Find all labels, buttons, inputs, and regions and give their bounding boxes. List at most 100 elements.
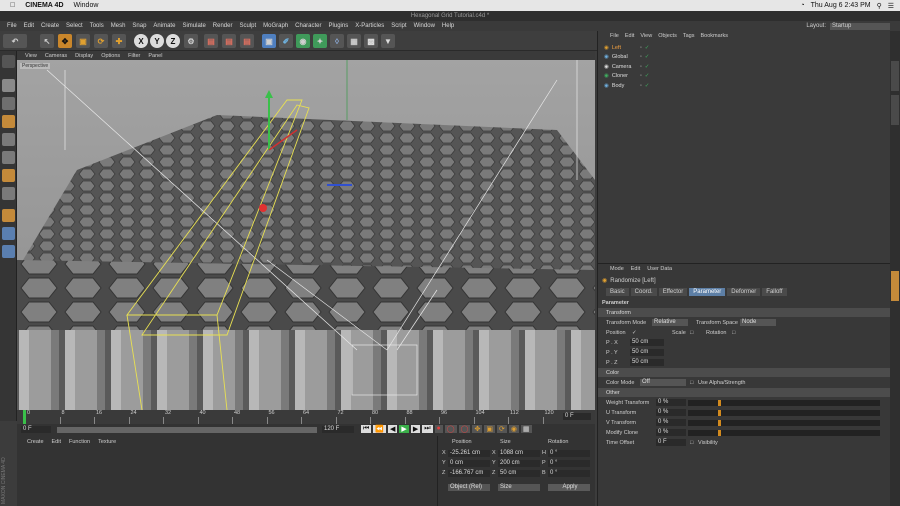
om-menu-tags[interactable]: Tags (683, 33, 695, 39)
viewport-menu-panel[interactable]: Panel (148, 53, 162, 59)
render-picture-button[interactable]: ▤ (222, 34, 236, 48)
menu-render[interactable]: Render (213, 23, 233, 29)
z-axis-button[interactable]: Z (166, 34, 180, 48)
record-icon[interactable]: ● (434, 425, 443, 433)
object-row[interactable]: ◉ Cloner ▫ ✓ (598, 72, 890, 81)
viewport-menu-filter[interactable]: Filter (128, 53, 140, 59)
tab-coord[interactable]: Coord. (630, 287, 657, 296)
position-checkbox[interactable]: ✓ (632, 330, 637, 336)
tab-content-browser[interactable] (891, 61, 899, 91)
viewport-menu-options[interactable]: Options (101, 53, 120, 59)
menu-sculpt[interactable]: Sculpt (239, 23, 256, 29)
object-row[interactable]: ◉ Body ▫ ✓ (598, 81, 890, 90)
array-button[interactable]: ✦ (313, 34, 327, 48)
go-end-icon[interactable]: ⏭ (422, 425, 433, 433)
tab-parameter[interactable]: Parameter (689, 287, 726, 296)
playhead[interactable] (23, 410, 26, 424)
tweak-mode-icon[interactable] (2, 209, 15, 222)
pla-key-icon[interactable]: ▦ (520, 425, 532, 433)
render-view-button[interactable]: ▤ (204, 34, 218, 48)
color-mode-dropdown[interactable]: Off (640, 379, 686, 386)
other-slider[interactable] (688, 429, 880, 436)
other-slider[interactable] (688, 409, 880, 416)
visibility-dots-icon[interactable]: ▫ (640, 73, 642, 79)
am-menu-edit[interactable]: Edit (631, 266, 640, 272)
floor-button[interactable]: ▦ (347, 34, 361, 48)
menu-edit[interactable]: Edit (24, 23, 34, 29)
object-row[interactable]: ◉ Global ▫ ✓ (598, 53, 890, 62)
other-slider[interactable] (688, 419, 880, 426)
other-value-field[interactable]: 0 % (656, 399, 686, 406)
axis-mode-icon[interactable] (2, 187, 15, 200)
tab-deformer[interactable]: Deformer (727, 287, 761, 296)
pen-spline-button[interactable]: ✐ (279, 34, 293, 48)
lock-workplane-icon[interactable] (2, 245, 15, 258)
wifi-icon[interactable]: ◔ (800, 2, 804, 9)
material-menu-create[interactable]: Create (27, 439, 44, 445)
om-menu-objects[interactable]: Objects (658, 33, 677, 39)
prev-key-icon[interactable]: ⏪ (373, 425, 387, 433)
prev-frame-icon[interactable]: ◀ (388, 425, 398, 433)
autokey-icon[interactable]: ◯ (444, 425, 457, 433)
window-menu[interactable]: Window (74, 2, 99, 9)
material-menu-edit[interactable]: Edit (52, 439, 61, 445)
slider-knob[interactable] (718, 429, 721, 436)
enabled-check-icon[interactable]: ✓ (645, 83, 650, 89)
edges-mode-icon[interactable] (2, 151, 15, 164)
range-slider[interactable] (57, 427, 317, 433)
cube-button[interactable]: ▣ (262, 34, 276, 48)
deformer-button[interactable]: ◊ (330, 34, 344, 48)
transform-space-dropdown[interactable]: Node (740, 319, 776, 326)
other-value-field[interactable]: 0 % (656, 429, 686, 436)
current-frame-field[interactable]: 0 F (563, 413, 591, 420)
tab-effector[interactable]: Effector (658, 287, 688, 296)
object-row[interactable]: ◉ Camera ▫ ✓ (598, 62, 890, 71)
timeline[interactable]: 0 8 16 24 32 40 48 56 64 72 80 88 96 104 112 120 0 F (17, 410, 595, 424)
coord-mode-dropdown[interactable]: Object (Rel) (448, 484, 490, 491)
subdivision-button[interactable]: ◉ (296, 34, 310, 48)
menu-simulate[interactable]: Simulate (182, 23, 205, 29)
rotation-field[interactable]: 0 ° (548, 470, 590, 477)
enabled-check-icon[interactable]: ✓ (645, 45, 650, 51)
om-menu-file[interactable]: File (610, 33, 619, 39)
rotation-field[interactable]: 0 ° (548, 460, 590, 467)
slider-knob[interactable] (718, 399, 721, 406)
recent-tool-button[interactable]: ✚ (112, 34, 126, 48)
material-menu-function[interactable]: Function (69, 439, 90, 445)
end-frame-field[interactable]: 120 F (322, 426, 354, 433)
scale-tool-button[interactable]: ▣ (76, 34, 90, 48)
keyframe-selection-icon[interactable]: ◯ (458, 425, 471, 433)
menu-plugins[interactable]: Plugins (329, 23, 349, 29)
use-alpha-checkbox[interactable]: □ (690, 380, 693, 386)
clock[interactable]: Thu Aug 6 2:43 PM (811, 2, 871, 9)
coordinate-system-button[interactable]: ⚙ (184, 34, 198, 48)
color-section[interactable]: Color (598, 368, 890, 377)
scale-key-icon[interactable]: ▣ (484, 425, 495, 433)
make-editable-icon[interactable] (2, 55, 15, 68)
menu-select[interactable]: Select (66, 23, 83, 29)
visibility-dots-icon[interactable]: ▫ (640, 64, 642, 70)
camera-button[interactable]: ▩ (364, 34, 378, 48)
visibility-checkbox[interactable]: □ (690, 440, 693, 446)
enabled-check-icon[interactable]: ✓ (645, 73, 650, 79)
am-menu-mode[interactable]: Mode (610, 266, 624, 272)
viewport-menu-view[interactable]: View (25, 53, 37, 59)
menu-snap[interactable]: Snap (132, 23, 146, 29)
play-icon[interactable]: ▶ (399, 425, 409, 433)
visibility-dots-icon[interactable]: ▫ (640, 45, 642, 51)
menu-tools[interactable]: Tools (90, 23, 104, 29)
om-menu-view[interactable]: View (640, 33, 652, 39)
enabled-check-icon[interactable]: ✓ (645, 64, 650, 70)
transform-mode-dropdown[interactable]: Relative (652, 319, 688, 326)
points-mode-icon[interactable] (2, 133, 15, 146)
position-key-icon[interactable]: ✥ (472, 425, 483, 433)
p-value-field[interactable]: 50 cm (630, 339, 664, 346)
viewport-menu-cameras[interactable]: Cameras (45, 53, 67, 59)
menu-window[interactable]: Window (414, 23, 435, 29)
texture-mode-icon[interactable] (2, 97, 15, 110)
p-value-field[interactable]: 50 cm (630, 359, 664, 366)
menu-script[interactable]: Script (391, 23, 406, 29)
other-section[interactable]: Other (598, 388, 890, 397)
slider-knob[interactable] (718, 419, 721, 426)
menu-file[interactable]: File (7, 23, 17, 29)
